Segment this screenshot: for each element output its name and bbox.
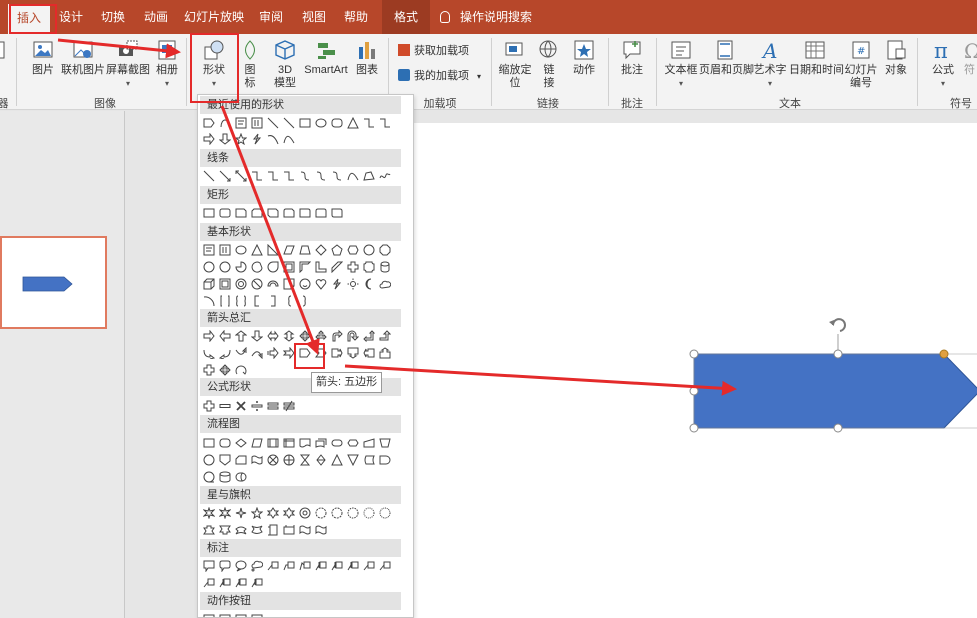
powerpoint-window: 插入 设计 切换 动画 幻灯片放映 审阅 视图 帮助 格式 操作说明搜索 器 图… — [0, 0, 977, 618]
arrow-to-shapes — [57, 38, 181, 59]
arrow-to-slide-shape — [344, 364, 737, 396]
arrow-to-pentagon — [220, 105, 320, 355]
annotation-arrows — [57, 38, 737, 396]
